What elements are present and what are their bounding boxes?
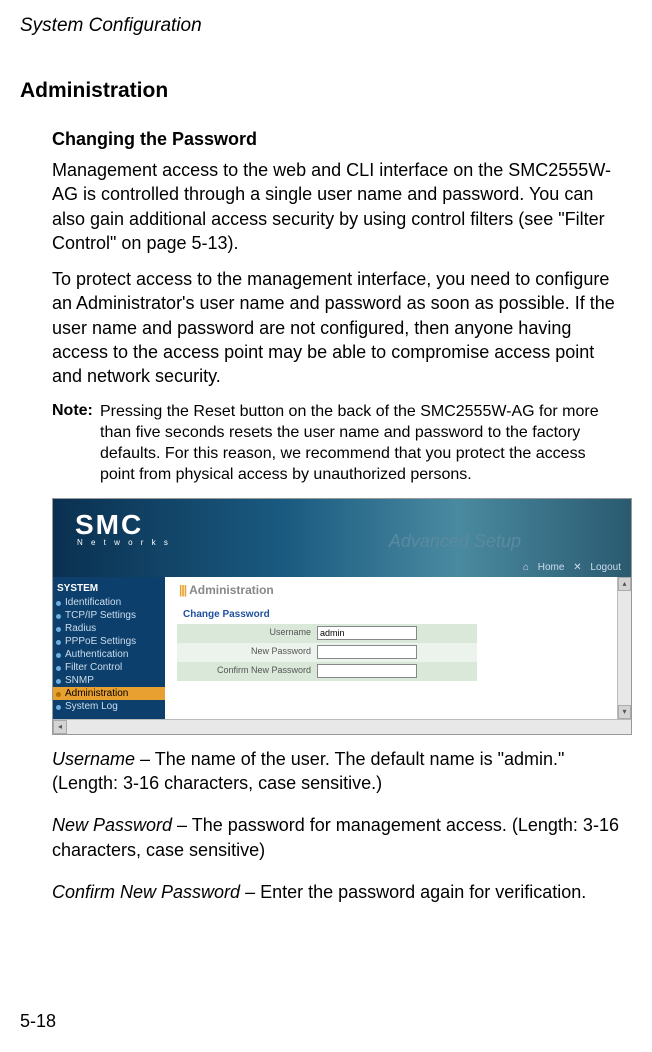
field-desc-confirm: Confirm New Password – Enter the passwor… (52, 880, 624, 904)
main-heading: |||Administration (165, 577, 631, 597)
smc-logo: SMC (53, 499, 631, 541)
scroll-down-icon[interactable]: ▾ (618, 705, 631, 719)
label-confirm: Confirm New Password (177, 662, 317, 681)
banner-text: Advanced Setup (389, 531, 521, 552)
home-link[interactable]: Home (538, 562, 565, 573)
top-links: ⌂ Home ✕ Logout (517, 562, 621, 573)
field-text-confirm: – Enter the password again for verificat… (240, 882, 586, 902)
password-form: Username New Password Confirm New Passwo… (177, 624, 477, 681)
row-username: Username (177, 624, 477, 643)
logout-link[interactable]: Logout (590, 562, 621, 573)
field-name-newpw: New Password (52, 815, 172, 835)
paragraph-2: To protect access to the management inte… (52, 267, 624, 388)
home-icon[interactable]: ⌂ Home (523, 562, 565, 573)
sidebar-item-auth[interactable]: Authentication (53, 648, 165, 661)
input-newpw[interactable] (317, 645, 417, 659)
note-label: Note: (52, 402, 93, 419)
bars-icon: ||| (179, 583, 186, 597)
paragraph-1: Management access to the web and CLI int… (52, 158, 624, 255)
scrollbar[interactable]: ▴ ▾ (617, 577, 631, 719)
page-number: 5-18 (20, 1011, 56, 1032)
input-username[interactable] (317, 626, 417, 640)
scroll-up-icon[interactable]: ▴ (618, 577, 631, 591)
main-heading-text: Administration (189, 583, 274, 597)
screenshot-header: SMC N e t w o r k s Advanced Setup ⌂ Hom… (53, 499, 631, 577)
sidebar-item-admin[interactable]: Administration (53, 687, 165, 700)
sub-heading-form: Change Password (165, 597, 631, 624)
sidebar-header: SYSTEM (53, 579, 165, 596)
label-newpw: New Password (177, 643, 317, 662)
field-desc-username: Username – The name of the user. The def… (52, 747, 624, 796)
field-name-confirm: Confirm New Password (52, 882, 240, 902)
sidebar-item-pppoe[interactable]: PPPoE Settings (53, 635, 165, 648)
note-text: Pressing the Reset button on the back of… (100, 402, 624, 485)
input-confirm[interactable] (317, 664, 417, 678)
page-header: System Configuration (20, 15, 632, 37)
field-name-username: Username (52, 749, 135, 769)
sidebar-item-snmp[interactable]: SNMP (53, 674, 165, 687)
section-heading: Administration (20, 79, 632, 103)
field-desc-newpw: New Password – The password for manageme… (52, 813, 624, 862)
smc-logo-sub: N e t w o r k s (53, 538, 631, 547)
sub-heading: Changing the Password (52, 129, 632, 150)
label-username: Username (177, 624, 317, 643)
row-confirm: Confirm New Password (177, 662, 477, 681)
sidebar-item-filter[interactable]: Filter Control (53, 661, 165, 674)
sidebar: SYSTEM Identification TCP/IP Settings Ra… (53, 577, 165, 719)
admin-screenshot: SMC N e t w o r k s Advanced Setup ⌂ Hom… (52, 498, 632, 735)
main-panel: |||Administration Change Password Userna… (165, 577, 631, 719)
sidebar-item-tcpip[interactable]: TCP/IP Settings (53, 609, 165, 622)
sidebar-item-syslog[interactable]: System Log (53, 700, 165, 713)
scroll-left-icon[interactable]: ◂ (53, 720, 67, 734)
sidebar-item-radius[interactable]: Radius (53, 622, 165, 635)
note-block: Note: Pressing the Reset button on the b… (52, 401, 624, 486)
row-newpw: New Password (177, 643, 477, 662)
sidebar-item-identification[interactable]: Identification (53, 596, 165, 609)
logout-icon[interactable]: ✕ Logout (573, 562, 621, 573)
screenshot-body: SYSTEM Identification TCP/IP Settings Ra… (53, 577, 631, 719)
